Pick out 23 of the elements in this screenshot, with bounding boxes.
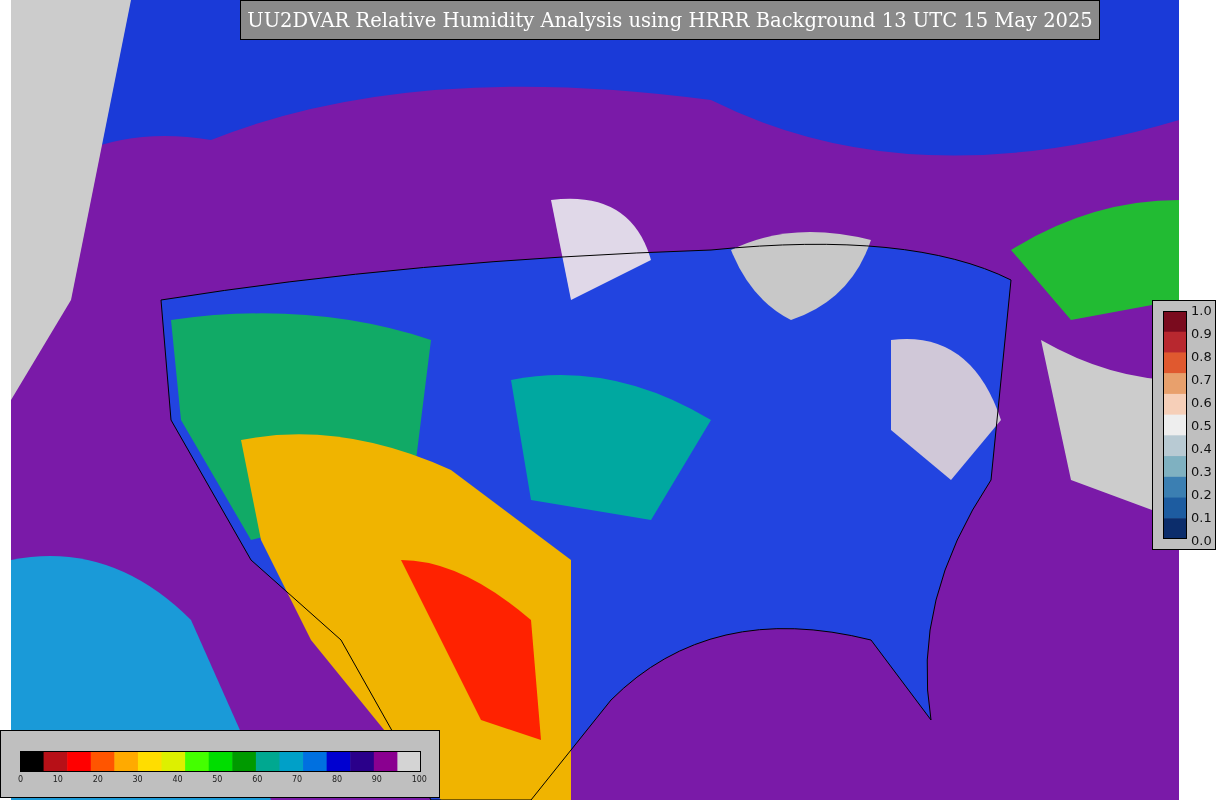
tick-label: 0.7 (1191, 372, 1212, 388)
tick-label: 0 (18, 775, 24, 784)
tick-label: 100 (411, 775, 427, 784)
tick-label: 0.2 (1191, 487, 1212, 503)
tick-label: 10 (52, 775, 63, 784)
tick-label: 20 (92, 775, 103, 784)
tick-label: 50 (212, 775, 223, 784)
tick-label: 0.8 (1191, 349, 1212, 365)
tick-label: 60 (252, 775, 263, 784)
tick-label: 70 (292, 775, 303, 784)
tick-label: 0.0 (1191, 533, 1212, 549)
tick-label: 30 (132, 775, 143, 784)
tick-label: 1.0 (1191, 303, 1212, 319)
tick-label: 0.3 (1191, 464, 1212, 480)
tick-label: 0.4 (1191, 441, 1212, 457)
tick-label: 0.1 (1191, 510, 1212, 526)
tick-label: 40 (172, 775, 183, 784)
tick-label: 80 (331, 775, 343, 784)
tick-label: 90 (371, 775, 382, 784)
map-title: UU2DVAR Relative Humidity Analysis using HRRR Background 13 UTC 15 May 2025 (240, 0, 1100, 40)
tick-label: 0.6 (1191, 395, 1212, 411)
tick-label: 0.9 (1191, 326, 1212, 342)
tick-label: 0.5 (1191, 418, 1212, 434)
